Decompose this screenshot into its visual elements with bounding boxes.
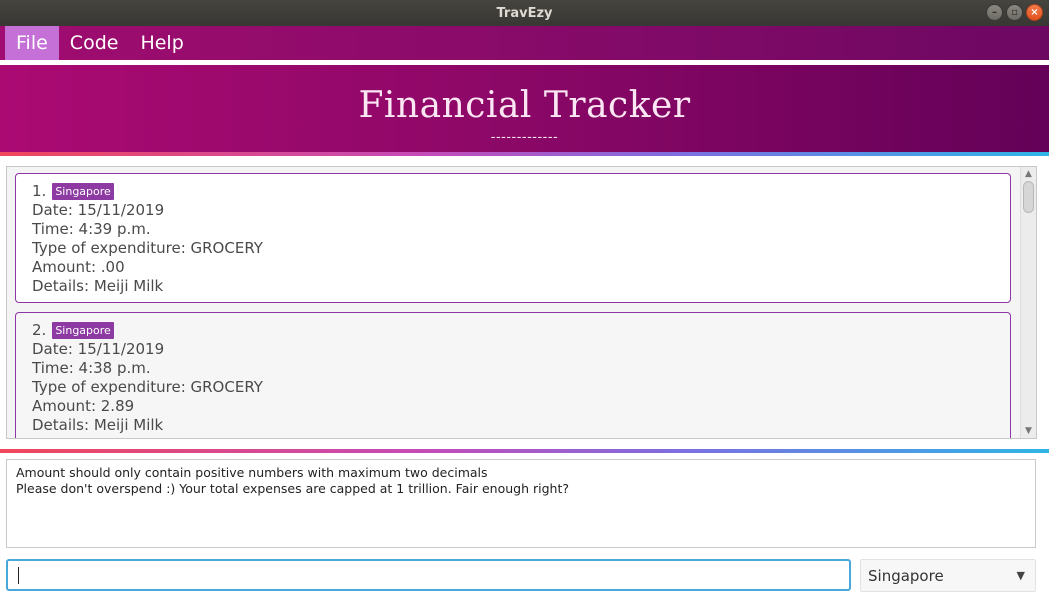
expenditure-list[interactable]: 1. Singapore Date: 15/11/2019 Time: 4:39… bbox=[6, 166, 1037, 439]
country-tag: Singapore bbox=[52, 321, 114, 339]
minimize-icon[interactable]: – bbox=[986, 4, 1003, 21]
header-divider bbox=[0, 152, 1049, 156]
menu-code[interactable]: Code bbox=[59, 26, 130, 60]
item-type: Type of expenditure: GROCERY bbox=[32, 378, 263, 396]
list-divider bbox=[0, 449, 1049, 453]
chevron-down-icon: ▼ bbox=[1016, 569, 1025, 582]
result-display[interactable]: Amount should only contain positive numb… bbox=[6, 459, 1036, 548]
item-time: Time: 4:38 p.m. bbox=[32, 359, 151, 377]
window-titlebar: TravEzy – ▫ × bbox=[0, 0, 1049, 26]
item-type: Type of expenditure: GROCERY bbox=[32, 239, 263, 257]
country-tag: Singapore bbox=[52, 182, 114, 200]
item-details: Details: Meiji Milk bbox=[32, 277, 164, 295]
item-index: 2. bbox=[32, 321, 47, 339]
list-scrollbar[interactable]: ▲ ▼ bbox=[1020, 167, 1036, 438]
menu-bar: File Code Help bbox=[0, 26, 1049, 60]
country-select[interactable]: Singapore ▼ bbox=[860, 559, 1036, 592]
list-item[interactable]: 2. Singapore Date: 15/11/2019 Time: 4:38… bbox=[15, 312, 1011, 438]
close-icon[interactable]: × bbox=[1026, 4, 1043, 21]
page-header: Financial Tracker ------------- bbox=[0, 65, 1049, 153]
result-line: Amount should only contain positive numb… bbox=[16, 465, 488, 480]
maximize-icon[interactable]: ▫ bbox=[1006, 4, 1023, 21]
item-time: Time: 4:39 p.m. bbox=[32, 220, 151, 238]
menu-help[interactable]: Help bbox=[129, 26, 194, 60]
menu-file[interactable]: File bbox=[5, 26, 59, 60]
item-amount: Amount: .00 bbox=[32, 258, 125, 276]
item-date: Date: 15/11/2019 bbox=[32, 201, 165, 219]
list-item[interactable]: 1. Singapore Date: 15/11/2019 Time: 4:39… bbox=[15, 173, 1011, 303]
item-index: 1. bbox=[32, 182, 47, 200]
card-header: 2. Singapore bbox=[32, 320, 1010, 340]
item-date: Date: 15/11/2019 bbox=[32, 340, 165, 358]
item-details: Details: Meiji Milk bbox=[32, 416, 164, 434]
item-amount: Amount: 2.89 bbox=[32, 397, 135, 415]
command-input[interactable] bbox=[6, 559, 851, 591]
window-controls: – ▫ × bbox=[986, 4, 1043, 21]
scroll-thumb[interactable] bbox=[1023, 181, 1034, 213]
text-caret bbox=[18, 567, 19, 584]
window-title: TravEzy bbox=[496, 5, 553, 21]
country-select-value: Singapore bbox=[868, 566, 944, 585]
scroll-down-icon[interactable]: ▼ bbox=[1021, 425, 1036, 437]
scroll-up-icon[interactable]: ▲ bbox=[1021, 168, 1036, 180]
page-title: Financial Tracker bbox=[358, 85, 691, 126]
title-underline: ------------- bbox=[490, 130, 559, 145]
card-header: 1. Singapore bbox=[32, 181, 1010, 201]
result-line: Please don't overspend :) Your total exp… bbox=[16, 481, 569, 496]
